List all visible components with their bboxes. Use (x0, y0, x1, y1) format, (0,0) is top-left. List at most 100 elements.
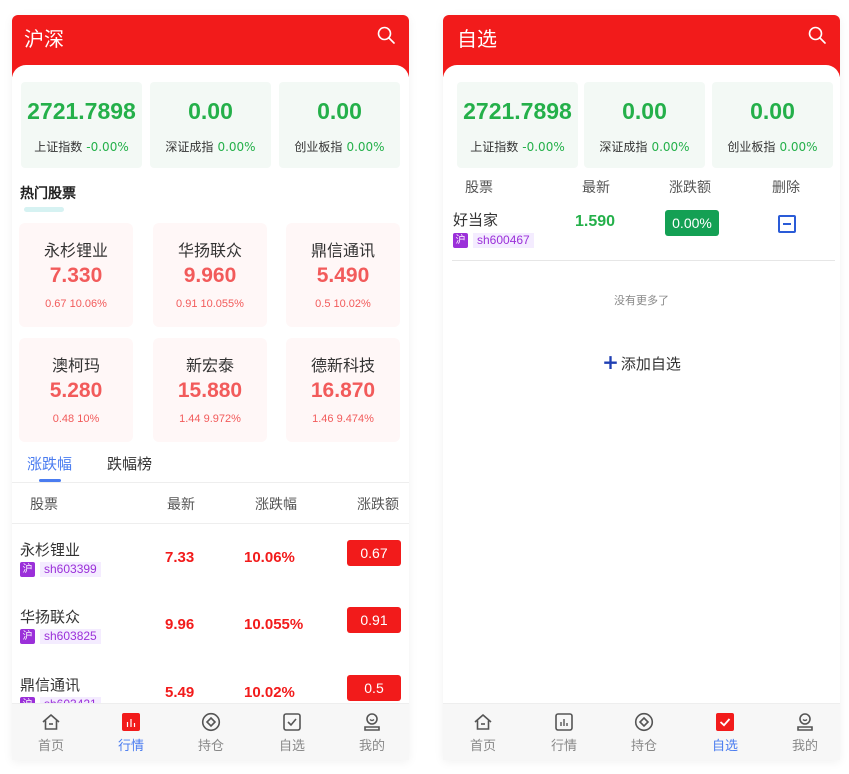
hot-stock-card[interactable]: 永杉锂业 7.330 0.67 10.06% (19, 223, 133, 327)
tabbar-label: 我的 (358, 739, 385, 754)
index-change: -0.00% (522, 140, 565, 154)
tabbar-label: 首页 (469, 739, 496, 754)
tabbar-item-profile[interactable]: 我的 (765, 704, 840, 760)
tabbar-label: 自选 (711, 739, 738, 754)
divider (12, 523, 409, 524)
column-header-latest[interactable]: 最新 (167, 494, 195, 514)
hot-stock-card[interactable]: 新宏泰 15.880 1.44 9.972% (153, 338, 267, 442)
table-row[interactable]: 华扬联众 沪 sh603825 9.96 10.055% 0.91 (12, 606, 409, 666)
tabbar-item-watchlist[interactable]: 自选 (252, 704, 332, 760)
stock-change-pct: 10.055% (244, 616, 304, 633)
add-watchlist-button[interactable]: + 添加自选 (443, 350, 840, 374)
market-badge: 沪 (20, 561, 35, 577)
hot-stock-change: 1.44 9.972% (179, 413, 241, 425)
user-icon (797, 713, 813, 731)
index-cards: 2721.7898 上证指数 -0.00% 0.00 深证成指 0.00% 0.00… (21, 82, 400, 168)
holdings-icon (634, 712, 654, 732)
index-cards: 2721.7898 上证指数 -0.00% 0.00 深证成指 0.00% 0.00… (457, 82, 836, 168)
hot-stocks-title: 热门股票 (20, 186, 76, 202)
stock-name: 好当家 (453, 211, 499, 229)
stock-code: sh603399 (40, 561, 101, 577)
chart-icon (555, 713, 573, 731)
tabbar-label: 行情 (550, 739, 577, 754)
index-change: 0.00% (346, 140, 385, 154)
index-name: 深证成指 (165, 140, 214, 154)
home-icon (42, 714, 60, 730)
hot-stock-card[interactable]: 华扬联众 9.960 0.91 10.055% (153, 223, 267, 327)
stock-change-amt: 0.67 (347, 540, 401, 566)
hot-stock-name: 鼎信通讯 (310, 241, 375, 260)
column-header-change-amt[interactable]: 涨跌额 (357, 494, 399, 514)
user-icon (364, 713, 380, 731)
stock-name: 华扬联众 (20, 608, 81, 626)
page-title: 沪深 (24, 27, 64, 51)
stock-change-pct: 0.00% (665, 210, 719, 236)
no-more-text: 没有更多了 (614, 294, 669, 307)
hot-stock-price: 16.870 (310, 379, 376, 402)
stock-price: 1.590 (575, 213, 616, 230)
hot-stock-change: 0.48 10% (52, 413, 100, 425)
tabbar-item-quotes[interactable]: 行情 (524, 704, 604, 760)
index-card[interactable]: 2721.7898 上证指数 -0.00% (21, 82, 142, 168)
hot-stock-card[interactable]: 德新科技 16.870 1.46 9.474% (286, 338, 400, 442)
table-row[interactable]: 永杉锂业 沪 sh603399 7.33 10.06% 0.67 (12, 539, 409, 599)
index-card[interactable]: 0.00 创业板指 0.00% (279, 82, 400, 168)
index-value: 2721.7898 (463, 98, 572, 124)
stock-name: 永杉锂业 (20, 541, 81, 559)
search-icon[interactable] (377, 26, 395, 44)
tabbar-item-home[interactable]: 首页 (443, 704, 523, 760)
hot-stock-card[interactable]: 澳柯玛 5.280 0.48 10% (19, 338, 133, 442)
tabbar-item-holdings[interactable]: 持仓 (171, 704, 251, 760)
tabbar-item-home[interactable]: 首页 (12, 704, 91, 760)
column-header-latest: 最新 (582, 180, 610, 196)
index-name: 创业板指 (727, 140, 776, 154)
stock-change-pct: 10.02% (244, 684, 295, 701)
tabbar-label: 持仓 (197, 739, 224, 754)
tab-gainers[interactable]: 涨跌幅 (27, 453, 72, 474)
holdings-icon (201, 712, 221, 732)
column-header-change-pct[interactable]: 涨跌幅 (255, 494, 297, 514)
add-watchlist-label: 添加自选 (620, 355, 681, 373)
delete-icon[interactable] (778, 215, 796, 233)
tabbar-item-profile[interactable]: 我的 (332, 704, 409, 760)
index-card[interactable]: 0.00 深证成指 0.00% (584, 82, 705, 168)
hot-stock-name: 澳柯玛 (51, 356, 100, 375)
tabbar-item-watchlist[interactable]: 自选 (685, 704, 765, 760)
tabbar-item-quotes[interactable]: 行情 (91, 704, 171, 760)
hot-stock-card[interactable]: 鼎信通讯 5.490 0.5 10.02% (286, 223, 400, 327)
hot-stock-change: 0.5 10.02% (315, 298, 371, 310)
checkbox-icon (716, 713, 734, 731)
hot-stock-name: 新宏泰 (185, 356, 234, 375)
tabbar-label: 自选 (278, 739, 305, 754)
index-name: 上证指数 (470, 140, 519, 154)
hot-stock-name: 华扬联众 (177, 241, 242, 260)
tabbar-item-holdings[interactable]: 持仓 (604, 704, 684, 760)
index-change: 0.00% (217, 140, 256, 154)
chart-icon (122, 713, 140, 731)
index-card[interactable]: 0.00 创业板指 0.00% (712, 82, 833, 168)
page-title: 自选 (457, 27, 497, 51)
hot-stock-price: 5.280 (49, 379, 103, 402)
stock-change-pct: 10.06% (244, 549, 295, 566)
hot-stock-price: 9.960 (183, 264, 237, 287)
market-badge: 沪 (453, 232, 468, 248)
index-value: 0.00 (622, 98, 667, 124)
plus-icon: + (602, 350, 619, 374)
market-badge: 沪 (20, 628, 35, 644)
index-card[interactable]: 0.00 深证成指 0.00% (150, 82, 271, 168)
column-header-change-amt: 涨跌额 (669, 180, 711, 196)
index-name: 上证指数 (34, 140, 83, 154)
tabbar-label: 我的 (791, 739, 818, 754)
index-card[interactable]: 2721.7898 上证指数 -0.00% (457, 82, 578, 168)
stock-code: sh603825 (40, 628, 101, 644)
tab-losers[interactable]: 跌幅榜 (107, 453, 152, 474)
bottom-tab-bar: 首页 行情 持仓 自选 我的 (443, 703, 840, 760)
index-value: 2721.7898 (27, 98, 136, 124)
search-icon[interactable] (808, 26, 826, 44)
stock-code: sh600467 (473, 232, 534, 248)
bottom-tab-bar: 首页 行情 持仓 自选 我的 (12, 703, 409, 760)
stock-name: 鼎信通讯 (20, 676, 81, 694)
index-name: 深证成指 (599, 140, 648, 154)
index-value: 0.00 (188, 98, 233, 124)
hot-stock-price: 5.490 (316, 264, 370, 287)
